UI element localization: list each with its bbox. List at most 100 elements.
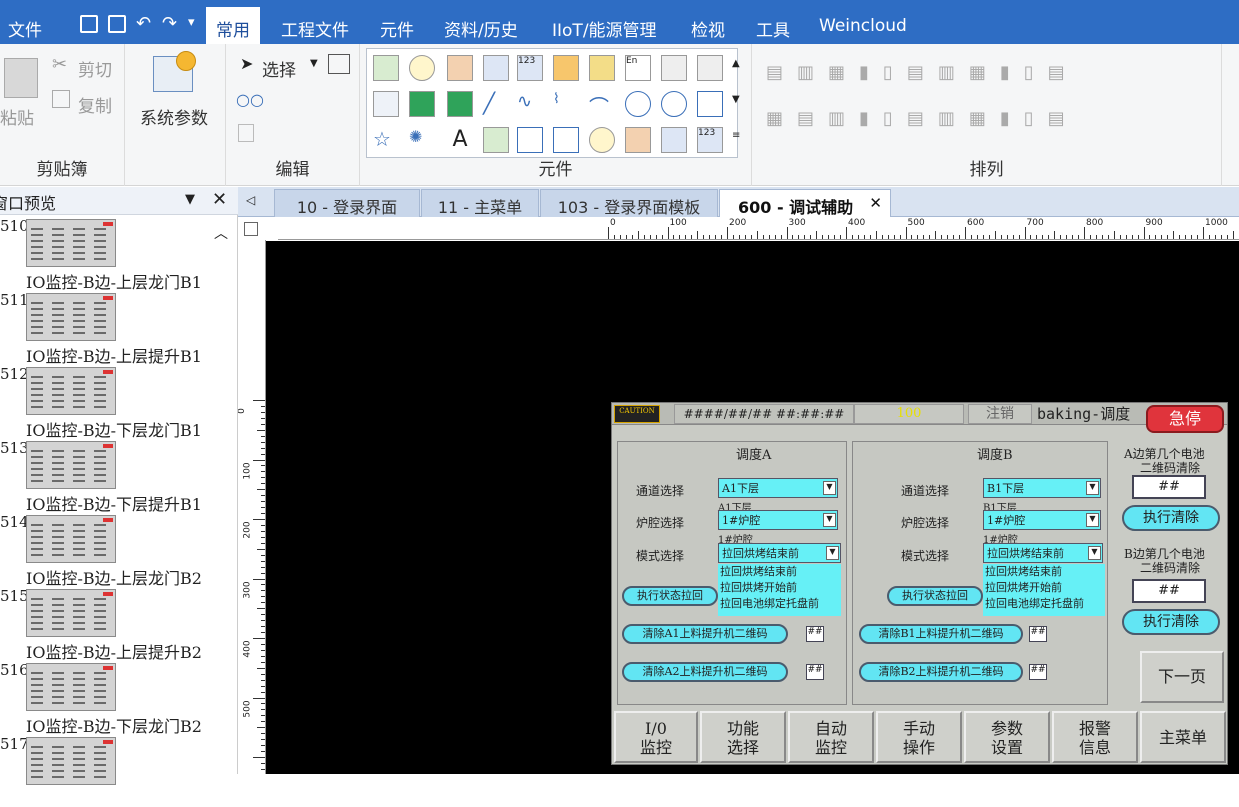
clear-b1-button[interactable]: 清除B1上料提升机二维码 (859, 624, 1023, 644)
link-icon[interactable]: ○○ (236, 90, 264, 109)
preview-thumbnail[interactable] (26, 737, 116, 785)
nav-main-menu-button[interactable]: 主菜单 (1140, 711, 1226, 763)
a-exec-clear-button[interactable]: 执行清除 (1122, 505, 1220, 531)
next-page-button[interactable]: 下一页 (1140, 651, 1224, 703)
estop-button[interactable]: 急停 (1146, 405, 1224, 433)
menu-tools[interactable]: 工具 (756, 16, 790, 41)
mode-dropdown-b-icon[interactable]: ▼ (1088, 546, 1101, 560)
pie-icon[interactable] (661, 91, 687, 117)
numeric-small-icon[interactable]: 123 (697, 127, 723, 153)
logout-button[interactable]: 注销 (968, 404, 1032, 424)
list-object-icon[interactable] (373, 91, 399, 117)
oven-select-b[interactable]: 1#炉腔 ▼ (983, 510, 1101, 530)
menu-weincloud[interactable]: Weincloud (819, 16, 907, 36)
preview-thumbnail[interactable] (26, 663, 116, 711)
window-preview-item[interactable]: 510 IO监控-B边-上层龙门B1 (0, 215, 214, 292)
window-preview-item[interactable]: 514 IO监控-B边-上层龙门B2 (0, 511, 214, 588)
numeric-display-icon[interactable] (409, 91, 435, 117)
word-lamp-icon[interactable] (553, 55, 579, 81)
toggle-switch-icon[interactable] (661, 55, 687, 81)
preview-thumbnail[interactable] (26, 367, 116, 415)
mode-option-b-2[interactable]: 拉回烘烤开始前 (985, 580, 1105, 596)
traffic-light-small-icon[interactable] (625, 127, 651, 153)
select-dropdown-icon[interactable]: ▼ (310, 58, 318, 69)
preview-thumbnail[interactable] (26, 441, 116, 489)
traffic-light-icon[interactable] (447, 55, 473, 81)
mode-dropdown-a-icon[interactable]: ▼ (826, 546, 839, 560)
nav-alarm-button[interactable]: 报警 信息 (1052, 711, 1138, 763)
circle-icon[interactable] (625, 91, 651, 117)
channel-select-a[interactable]: A1下层 ▼ (718, 478, 838, 498)
mode-option-b-3[interactable]: 拉回电池绑定托盘前 (985, 596, 1105, 612)
nav-manual-button[interactable]: 手动 操作 (876, 711, 962, 763)
paste-button[interactable]: 粘贴 (0, 104, 34, 129)
panel-close-icon[interactable]: ✕ (212, 189, 227, 210)
exec-pullback-a-button[interactable]: 执行状态拉回 (622, 586, 718, 606)
window-preview-item[interactable]: 512 IO监控-B边-下层龙门B1 (0, 363, 214, 440)
text-object-icon[interactable]: A (447, 127, 473, 153)
channel-dropdown-a-icon[interactable]: ▼ (823, 481, 836, 495)
mode-option-a-3[interactable]: 拉回电池绑定托盘前 (720, 596, 841, 612)
save-icon[interactable] (80, 15, 98, 33)
picture-icon[interactable] (483, 127, 509, 153)
channel-dropdown-b-icon[interactable]: ▼ (1086, 481, 1099, 495)
preview-thumbnail[interactable] (26, 515, 116, 563)
oven-select-a[interactable]: 1#炉腔 ▼ (718, 510, 838, 530)
mode-select-b[interactable]: 拉回烘烤结束前 ▼ (983, 543, 1103, 563)
burst-icon[interactable]: ✺ (409, 127, 435, 153)
menu-view[interactable]: 检视 (691, 16, 725, 41)
b-exec-clear-button[interactable]: 执行清除 (1122, 609, 1220, 635)
picture-object-icon[interactable] (373, 55, 399, 81)
abc-display-icon[interactable] (447, 91, 473, 117)
mode-option-a-2[interactable]: 拉回烘烤开始前 (720, 580, 841, 596)
duplicate-icon[interactable] (238, 124, 254, 142)
a-battery-index-input[interactable]: ## (1132, 475, 1206, 499)
bulb-icon[interactable] (409, 55, 435, 81)
clear-a1-button[interactable]: 清除A1上料提升机二维码 (622, 624, 788, 644)
window-preview-item[interactable]: 517 (0, 733, 214, 807)
mode-option-b-1[interactable]: 拉回烘烤结束前 (985, 564, 1105, 580)
gallery-scroll-up-icon[interactable]: ▲ (732, 58, 740, 69)
menu-iiot[interactable]: IIoT/能源管理 (552, 16, 657, 41)
paste-icon[interactable] (4, 58, 38, 98)
redo-icon[interactable]: ↷ (162, 13, 177, 34)
nav-io-monitor-button[interactable]: I/0 监控 (614, 711, 698, 763)
tab-login-template[interactable]: 103 - 登录界面模板 (540, 189, 718, 217)
preview-scroll-up-icon[interactable]: ︿ (214, 223, 228, 243)
mode-select-a[interactable]: 拉回烘烤结束前 ▼ (718, 543, 841, 563)
exec-pullback-b-button[interactable]: 执行状态拉回 (887, 586, 983, 606)
cut-button[interactable]: 剪切 (78, 56, 112, 81)
menu-data-history[interactable]: 资料/历史 (444, 16, 518, 41)
select-button[interactable]: 选择 (262, 56, 296, 81)
gallery-more-icon[interactable]: ≡ (732, 130, 740, 141)
quick-access-dropdown-icon[interactable]: ▾ (188, 15, 195, 30)
frame-icon[interactable] (517, 127, 543, 153)
window-preview-item[interactable]: 513 IO监控-B边-下层提升B1 (0, 437, 214, 514)
bulb-small-icon[interactable] (589, 127, 615, 153)
ruler-corner-icon[interactable] (244, 222, 258, 236)
line-icon[interactable]: ╱ (483, 91, 509, 117)
numeric-object-icon[interactable]: 123 (517, 55, 543, 81)
clear-a2-button[interactable]: 清除A2上料提升机二维码 (622, 662, 788, 682)
align-icons-row1[interactable]: ▤▥▦▮▯▤▥▦▮▯▤ (766, 62, 1079, 83)
slider-icon[interactable] (697, 55, 723, 81)
table-icon[interactable] (553, 127, 579, 153)
panel-dropdown-icon[interactable]: ▼ (185, 192, 195, 207)
close-window-icon[interactable] (108, 15, 126, 33)
polyline-icon[interactable]: ⌇ (553, 91, 579, 117)
window-preview-item[interactable]: 515 IO监控-B边-上层提升B2 (0, 585, 214, 662)
hmi-screen[interactable]: CAUTION ####/##/## ##:##:## 100 注销 bakin… (611, 402, 1228, 765)
tab-debug-assist[interactable]: 600 - 调试辅助 ✕ (719, 189, 891, 217)
arc-icon[interactable]: ⌒ (589, 91, 615, 119)
tab-login-screen[interactable]: 10 - 登录界面 (274, 189, 420, 217)
freeform-line-icon[interactable]: ∿ (517, 91, 543, 117)
oven-dropdown-a-icon[interactable]: ▼ (823, 513, 836, 527)
bit-lamp-small-icon[interactable] (661, 127, 687, 153)
tab-close-icon[interactable]: ✕ (869, 194, 882, 212)
nav-params-button[interactable]: 参数 设置 (964, 711, 1050, 763)
channel-select-b[interactable]: B1下层 ▼ (983, 478, 1101, 498)
menu-objects[interactable]: 元件 (380, 16, 414, 41)
preview-thumbnail[interactable] (26, 219, 116, 267)
clear-b2-button[interactable]: 清除B2上料提升机二维码 (859, 662, 1023, 682)
copy-button[interactable]: 复制 (78, 92, 112, 117)
